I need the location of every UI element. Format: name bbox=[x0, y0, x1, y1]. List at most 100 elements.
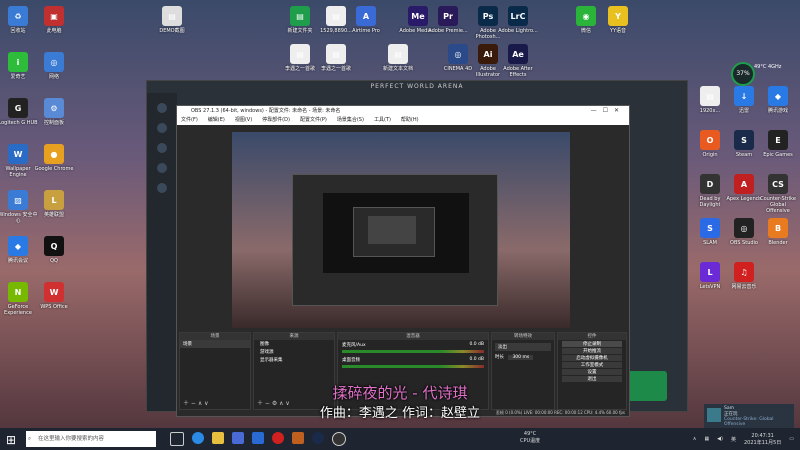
game-nav-icon[interactable] bbox=[157, 143, 167, 153]
desktop-icon[interactable]: ◆ 腾讯游戏 bbox=[758, 86, 798, 114]
desktop-icon[interactable]: Pr Adobe Premie... bbox=[428, 6, 468, 34]
scenes-title: 场景 bbox=[180, 333, 250, 340]
transitions-title: 转场特效 bbox=[492, 333, 554, 340]
steam-notification[interactable]: Sam 正在玩 Counter-Strike: Global Offensive bbox=[704, 404, 794, 428]
desktop-icon[interactable]: G Logitech G HUB bbox=[0, 98, 38, 126]
desktop-icon[interactable]: A Airtime Pro bbox=[346, 6, 386, 34]
perfect-world-icon[interactable] bbox=[292, 432, 304, 444]
studio-mode-button[interactable]: 工作室模式 bbox=[562, 362, 622, 368]
game-nav-icon[interactable] bbox=[157, 103, 167, 113]
file-explorer-icon[interactable] bbox=[212, 432, 224, 444]
volume-meter[interactable] bbox=[342, 350, 484, 353]
tray-overflow-icon[interactable]: ∧ bbox=[693, 436, 697, 442]
steam-icon[interactable] bbox=[312, 432, 324, 444]
menu-profile[interactable]: 配置文件(P) bbox=[300, 116, 327, 125]
obs-menubar: 文件(F) 编辑(E) 视图(V) 停靠部件(D) 配置文件(P) 场景集合(S… bbox=[177, 116, 629, 125]
desktop-icon[interactable]: ◎ 网络 bbox=[34, 52, 74, 80]
volume-meter[interactable] bbox=[342, 365, 484, 368]
perf-temp: 49°C 4GHz bbox=[754, 64, 782, 70]
desktop-icon[interactable]: ♻ 回收站 bbox=[0, 6, 38, 34]
desktop-icon[interactable]: Q QQ bbox=[34, 236, 74, 264]
menu-docks[interactable]: 停靠部件(D) bbox=[262, 116, 290, 125]
netease-icon[interactable] bbox=[272, 432, 284, 444]
mail-icon[interactable] bbox=[252, 432, 264, 444]
volume-icon[interactable]: ◀) bbox=[717, 436, 723, 442]
obs-titlebar[interactable]: OBS 27.1.3 (64-bit, windows) - 配置文件: 未命名… bbox=[177, 106, 629, 116]
app-icon: ▤ bbox=[290, 6, 310, 26]
source-item[interactable]: 游戏源 bbox=[254, 348, 334, 356]
desktop-icon[interactable]: CS Counter-Strike Global Offensive bbox=[758, 174, 798, 214]
transition-duration[interactable]: 时长 300 ms bbox=[495, 354, 551, 360]
game-window-title: PERFECT WORLD ARENA bbox=[370, 83, 464, 90]
desktop-icon[interactable]: W Wallpaper Engine bbox=[0, 144, 38, 178]
source-item[interactable]: 显示器采集 bbox=[254, 356, 334, 364]
desktop-icon[interactable]: ▨ Windows 安全中心 bbox=[0, 190, 38, 224]
desktop-icon[interactable]: LrC Adobe Lightro... bbox=[498, 6, 538, 34]
network-icon[interactable]: ▦ bbox=[704, 436, 709, 442]
desktop-icon[interactable]: B Blender bbox=[758, 218, 798, 246]
desktop-icon-label: Airtime Pro bbox=[352, 28, 380, 34]
clock[interactable]: 20:47:31 2021年11月5日 bbox=[744, 433, 781, 446]
desktop-icon[interactable]: ▤ 李遇之一首歌 bbox=[280, 44, 320, 72]
source-item[interactable]: 图像 bbox=[254, 340, 334, 348]
game-nav-icon[interactable] bbox=[157, 163, 167, 173]
taskbar-search[interactable]: ⌕ 在这里输入你要搜索的内容 bbox=[26, 431, 156, 447]
app-icon: Y bbox=[608, 6, 628, 26]
app-icon: ◆ bbox=[8, 236, 28, 256]
desktop-icon[interactable]: ◆ 腾讯会议 bbox=[0, 236, 38, 264]
app-icon: E bbox=[768, 130, 788, 150]
desktop-icon[interactable]: ▣ 此电脑 bbox=[34, 6, 74, 34]
desktop-icon-label: Logitech G HUB bbox=[0, 120, 38, 126]
menu-view[interactable]: 视图(V) bbox=[235, 116, 252, 125]
start-icon[interactable]: ⊞ bbox=[6, 433, 16, 447]
desktop-icon-label: 新建文本文档 bbox=[382, 66, 413, 72]
scene-item[interactable]: 场景 bbox=[180, 340, 250, 348]
desktop-icon[interactable]: ▤ 新建文件夹 bbox=[280, 6, 320, 34]
app-icon: N bbox=[8, 282, 28, 302]
desktop-icon[interactable]: ▤ 李遇之一首歌 bbox=[316, 44, 356, 72]
transition-select[interactable]: 淡出 bbox=[495, 343, 551, 351]
game-nav-icon[interactable] bbox=[157, 183, 167, 193]
desktop-icon-label: Adobe Lightro... bbox=[498, 28, 538, 34]
app-icon: i bbox=[8, 52, 28, 72]
game-nav-icon[interactable] bbox=[157, 123, 167, 133]
weather-widget[interactable]: 49°C CPU温度 bbox=[520, 431, 540, 444]
input-lang[interactable]: 英 bbox=[731, 436, 736, 443]
app-icon: ▤ bbox=[162, 6, 182, 26]
app-icon: ▤ bbox=[326, 6, 346, 26]
window-controls[interactable]: —☐✕ bbox=[591, 106, 625, 116]
desktop-icon[interactable]: L 英雄联盟 bbox=[34, 190, 74, 218]
stop-recording-button[interactable]: 停止录制 bbox=[562, 341, 622, 347]
notification-center-icon[interactable]: ▭ bbox=[789, 436, 794, 442]
menu-help[interactable]: 帮助(H) bbox=[401, 116, 419, 125]
desktop-icon[interactable]: ♫ 网易云音乐 bbox=[724, 262, 764, 290]
settings-button[interactable]: 设置 bbox=[562, 369, 622, 375]
desktop-icon[interactable]: ▤ DEMO截图 bbox=[152, 6, 192, 34]
obs-icon[interactable] bbox=[332, 432, 346, 446]
start-streaming-button[interactable]: 开始推流 bbox=[562, 348, 622, 354]
menu-scene-collection[interactable]: 场景集合(S) bbox=[337, 116, 364, 125]
desktop-icon[interactable]: ● Google Chrome bbox=[34, 144, 74, 172]
desktop-icon[interactable]: ▤ 新建文本文档 bbox=[378, 44, 418, 72]
app-icon: S bbox=[734, 130, 754, 150]
obs-window[interactable]: OBS 27.1.3 (64-bit, windows) - 配置文件: 未命名… bbox=[176, 105, 630, 417]
obs-preview[interactable] bbox=[232, 132, 570, 328]
track-level: 0.0 dB bbox=[469, 357, 484, 362]
desktop-icon[interactable]: W WPS Office bbox=[34, 282, 74, 310]
menu-edit[interactable]: 编辑(E) bbox=[208, 116, 225, 125]
desktop-icon[interactable]: N GeForce Experience bbox=[0, 282, 38, 316]
edge-icon[interactable] bbox=[192, 432, 204, 444]
menu-tools[interactable]: 工具(T) bbox=[374, 116, 391, 125]
store-icon[interactable] bbox=[232, 432, 244, 444]
desktop-icon-label: 网易云音乐 bbox=[731, 284, 757, 290]
desktop-icon[interactable]: E Epic Games bbox=[758, 130, 798, 158]
desktop-icon[interactable]: Y YY语音 bbox=[598, 6, 638, 34]
desktop-icon[interactable]: ⚙ 控制面板 bbox=[34, 98, 74, 126]
virtual-camera-button[interactable]: 启动虚拟摄像机 bbox=[562, 355, 622, 361]
track-level: 0.0 dB bbox=[469, 342, 484, 347]
desktop-icon[interactable]: Ae Adobe After Effects bbox=[498, 44, 538, 78]
menu-file[interactable]: 文件(F) bbox=[181, 116, 198, 125]
task-view-icon[interactable] bbox=[170, 432, 184, 446]
performance-badge[interactable]: 37% bbox=[731, 62, 755, 86]
desktop-icon[interactable]: i 爱奇艺 bbox=[0, 52, 38, 80]
